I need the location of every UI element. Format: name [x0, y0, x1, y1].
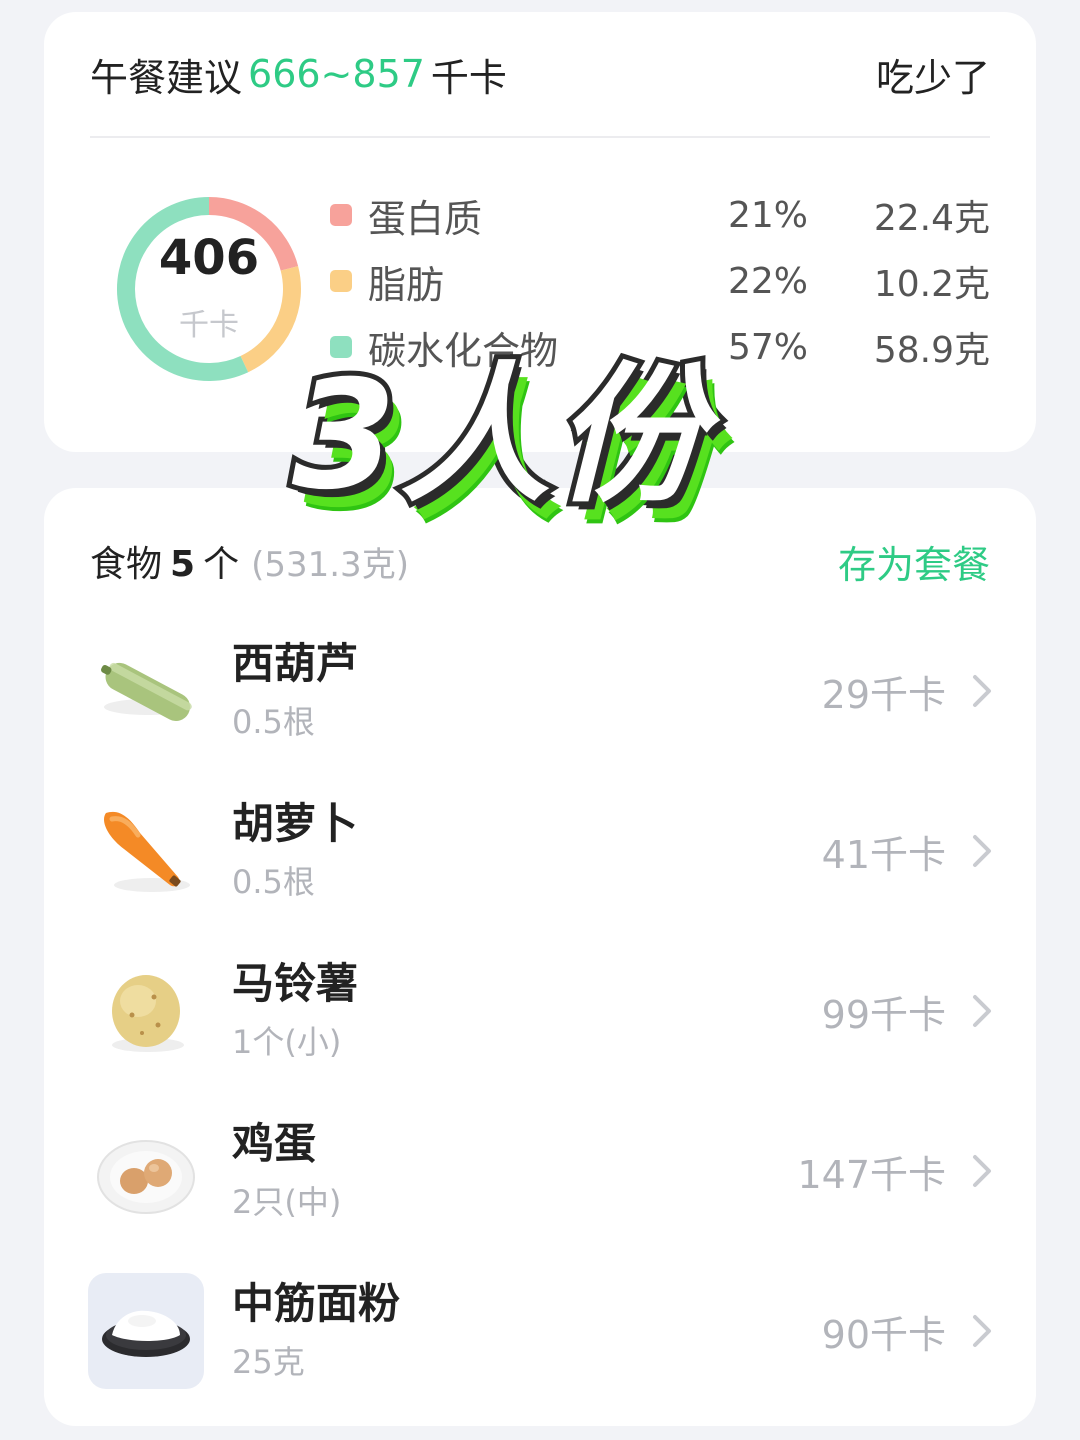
macro-row-protein: 蛋白质 21% 22.4克	[330, 190, 990, 241]
meal-summary-card: 午餐建议 666~857 千卡 吃少了 406 千卡 蛋白质 21% 22.4克…	[44, 12, 1036, 452]
zucchini-icon	[88, 633, 204, 749]
donut-center: 406 千卡	[114, 194, 304, 384]
food-text: 西葫芦 0.5根	[232, 639, 822, 743]
macro-row-fat: 脂肪 22% 10.2克	[330, 256, 990, 307]
macro-name: 蛋白质	[368, 196, 483, 241]
food-kcal: 90千卡	[821, 1312, 946, 1357]
total-kcal-unit: 千卡	[179, 308, 239, 343]
food-list-card: 食物 5 个 (531.3克) 存为套餐 西葫芦 0.5根 29千卡 胡萝卜 0…	[44, 488, 1036, 1426]
food-item-carrot[interactable]: 胡萝卜 0.5根 41千卡	[88, 786, 992, 916]
food-item-potato[interactable]: 马铃薯 1个(小) 99千卡	[88, 946, 992, 1076]
food-item-flour[interactable]: 中筋面粉 25克 90千卡	[88, 1266, 992, 1396]
carbs-color-dot	[330, 336, 352, 358]
food-amount: 0.5根	[232, 863, 315, 902]
title-prefix: 午餐建议	[90, 55, 243, 100]
food-kcal: 147千卡	[797, 1152, 946, 1197]
food-item-zucchini[interactable]: 西葫芦 0.5根 29千卡	[88, 626, 992, 756]
kcal-range: 666~857	[248, 52, 425, 96]
save-as-meal-button[interactable]: 存为套餐	[838, 534, 990, 589]
food-name: 鸡蛋	[232, 1118, 317, 1168]
total-kcal: 406	[158, 230, 260, 286]
macro-name: 碳水化合物	[368, 328, 559, 373]
chevron-right-icon	[973, 835, 991, 867]
food-amount: 0.5根	[232, 703, 315, 742]
food-name: 西葫芦	[232, 638, 359, 688]
macro-percent: 57%	[727, 326, 808, 368]
food-list-header: 食物 5 个 (531.3克) 存为套餐	[90, 534, 990, 589]
food-count-unit: 个	[203, 544, 240, 585]
flour-icon	[88, 1273, 204, 1389]
chevron-right-icon	[973, 1315, 991, 1347]
food-amount: 1个(小)	[232, 1023, 342, 1062]
food-item-egg[interactable]: 鸡蛋 2只(中) 147千卡	[88, 1106, 992, 1236]
food-amount: 2只(中)	[232, 1183, 342, 1222]
fat-color-dot	[330, 270, 352, 292]
macro-grams: 10.2克	[873, 264, 990, 305]
food-amount: 25克	[232, 1343, 305, 1382]
carrot-icon	[88, 793, 204, 909]
potato-icon	[88, 953, 204, 1069]
food-text: 马铃薯 1个(小)	[232, 959, 822, 1063]
food-text: 鸡蛋 2只(中)	[232, 1119, 797, 1223]
macro-grams: 58.9克	[873, 330, 990, 371]
food-total-weight: (531.3克)	[251, 545, 409, 585]
protein-color-dot	[330, 204, 352, 226]
chevron-right-icon	[973, 995, 991, 1027]
macro-row-carbs: 碳水化合物 57% 58.9克	[330, 322, 990, 373]
chevron-right-icon	[973, 1155, 991, 1187]
food-kcal: 29千卡	[821, 672, 946, 717]
food-list-title: 食物 5 个 (531.3克)	[90, 535, 409, 587]
egg-icon	[88, 1113, 204, 1229]
food-text: 中筋面粉 25克	[232, 1279, 822, 1383]
meal-suggestion-title: 午餐建议 666~857 千卡	[90, 47, 507, 102]
ate-too-little-button[interactable]: 吃少了	[876, 47, 990, 102]
title-suffix: 千卡	[430, 55, 507, 100]
food-kcal: 99千卡	[821, 992, 946, 1037]
macro-percent: 22%	[727, 260, 808, 302]
summary-header: 午餐建议 666~857 千卡 吃少了	[90, 12, 990, 138]
food-title-label: 食物	[90, 544, 163, 585]
macro-grams: 22.4克	[873, 198, 990, 239]
chevron-right-icon	[973, 675, 991, 707]
food-name: 马铃薯	[232, 958, 359, 1008]
food-text: 胡萝卜 0.5根	[232, 799, 822, 903]
macro-name: 脂肪	[368, 262, 445, 307]
food-kcal: 41千卡	[821, 832, 946, 877]
food-count: 5	[170, 544, 196, 585]
macro-percent: 21%	[727, 194, 808, 236]
food-name: 中筋面粉	[232, 1278, 401, 1328]
food-name: 胡萝卜	[232, 798, 359, 848]
